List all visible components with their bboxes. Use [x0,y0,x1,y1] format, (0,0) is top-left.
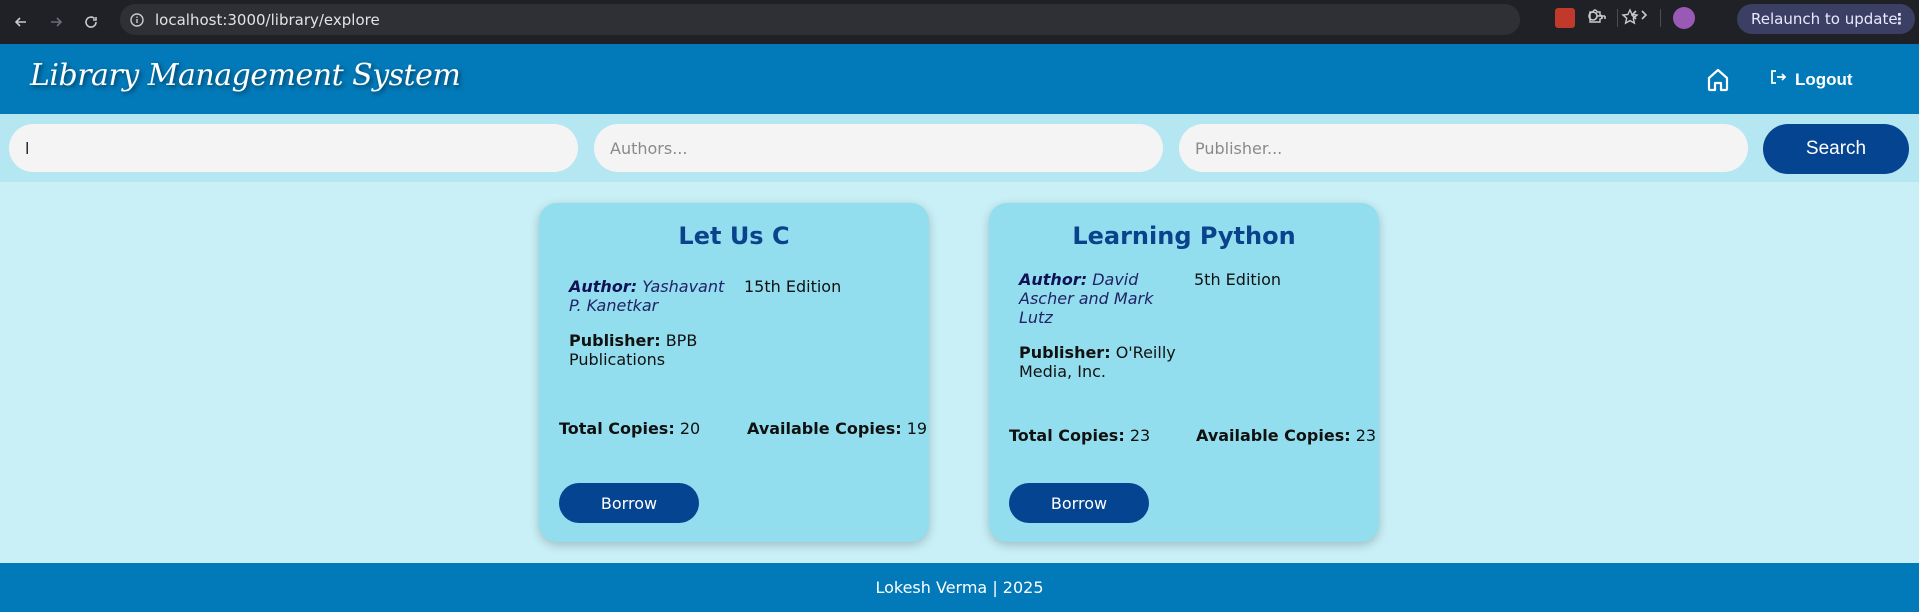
title-search-input[interactable] [9,124,578,172]
book-title: Learning Python [1072,222,1296,250]
available-copies-label: Available Copies: [1196,426,1351,445]
profile-avatar-icon[interactable] [1673,6,1695,29]
more-menu-icon[interactable]: ⋮ [1892,10,1907,28]
total-copies-label: Total Copies: [1009,426,1125,445]
available-copies-value: 19 [906,419,928,438]
extensions-area [1555,6,1695,29]
search-button[interactable]: Search [1763,124,1909,174]
footer: Lokesh Verma | 2025 [0,563,1919,612]
total-copies-label: Total Copies: [559,419,675,438]
relaunch-button[interactable]: Relaunch to update ⋮ [1737,4,1915,34]
brand-title: Library Management System [30,58,461,93]
divider [1617,8,1618,27]
logout-button[interactable]: Logout [1769,68,1853,91]
borrow-button[interactable]: Borrow [1009,483,1149,523]
puzzle-icon[interactable] [1587,6,1605,29]
book-author: Author: David Ascher and Mark Lutz [1019,270,1184,327]
app-header: Library Management System Logout [0,44,1919,114]
extension-icon[interactable] [1555,7,1575,28]
relaunch-label: Relaunch to update [1751,10,1898,28]
home-icon[interactable] [1704,66,1732,94]
available-copies: Available Copies: 23 [1196,426,1376,445]
footer-text: Lokesh Verma | 2025 [875,578,1044,597]
book-edition: 5th Edition [1194,270,1282,289]
book-title: Let Us C [678,222,790,250]
logout-icon [1769,68,1787,91]
available-copies: Available Copies: 19 [747,419,927,438]
logout-label: Logout [1795,69,1853,89]
search-bar: Search [0,114,1919,182]
divider [1660,8,1661,27]
authors-search-input[interactable] [594,124,1163,172]
borrow-button[interactable]: Borrow [559,483,699,523]
publisher-label: Publisher: [1019,343,1111,362]
total-copies-value: 23 [1129,426,1151,445]
book-publisher: Publisher: BPB Publications [569,331,734,369]
book-publisher: Publisher: O'Reilly Media, Inc. [1019,343,1184,381]
available-copies-value: 23 [1355,426,1377,445]
devtools-icon[interactable] [1630,6,1648,29]
address-bar[interactable]: localhost:3000/library/explore [120,4,1520,35]
total-copies-value: 20 [679,419,701,438]
available-copies-label: Available Copies: [747,419,902,438]
publisher-search-input[interactable] [1179,124,1748,172]
book-author: Author: Yashavant P. Kanetkar [569,277,734,315]
url-text: localhost:3000/library/explore [155,10,380,29]
total-copies: Total Copies: 20 [559,419,700,438]
publisher-label: Publisher: [569,331,661,350]
book-edition: 15th Edition [744,277,842,296]
author-label: Author: [1019,270,1088,289]
site-info-icon[interactable] [129,12,145,28]
book-card: Learning Python Author: David Ascher and… [989,203,1379,542]
author-label: Author: [569,277,638,296]
back-icon[interactable] [7,8,35,36]
total-copies: Total Copies: 23 [1009,426,1150,445]
book-card: Let Us C Author: Yashavant P. Kanetkar 1… [539,203,929,542]
reload-icon[interactable] [77,8,105,36]
browser-toolbar: localhost:3000/library/explore Relaunch … [0,0,1919,44]
forward-icon[interactable] [42,8,70,36]
